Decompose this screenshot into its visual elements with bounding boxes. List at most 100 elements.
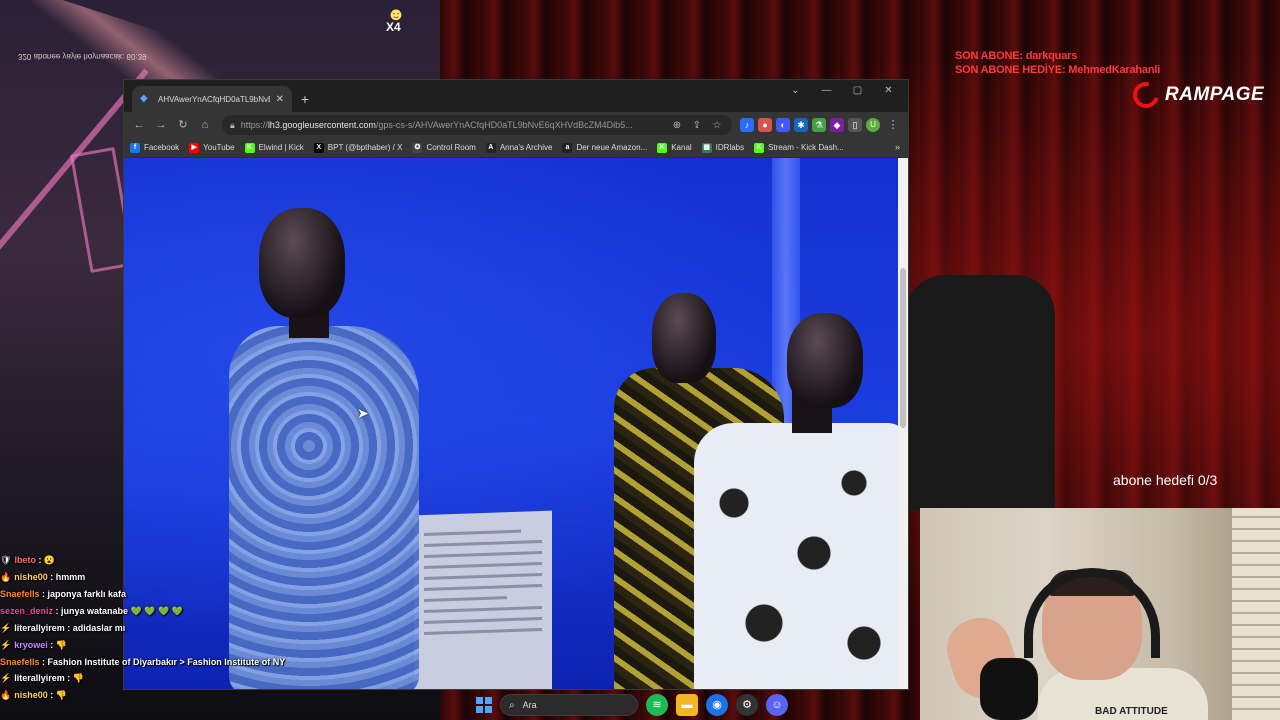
chat-badge-icon: ⚡ — [0, 640, 12, 650]
chat-message: 🔥 nishe00 : hmmm — [0, 569, 300, 586]
bookmark-item[interactable]: ▶ YouTube — [189, 142, 235, 153]
maximize-button[interactable]: ▢ — [842, 82, 873, 100]
chat-username: kryowei — [14, 640, 48, 650]
bookmark-item[interactable]: ✪ Control Room — [412, 142, 476, 153]
subscriber-goal: abone hedefi 0/3 — [1113, 472, 1218, 488]
last-gift-label: SON ABONE HEDİYE: MehmedKarahanli — [955, 64, 1161, 76]
chat-message: 🛡 lbeto : 😮 — [0, 552, 300, 569]
back-arrow-icon[interactable]: ← — [130, 116, 148, 134]
address-bar[interactable]: 🔒︎ https://lh3.googleusercontent.com/gps… — [222, 115, 732, 135]
bookmark-favicon-icon: f — [130, 142, 140, 153]
bookmark-label: Facebook — [144, 143, 180, 152]
chat-text: : 👎 — [47, 690, 67, 700]
mouse-cursor-icon: ➤ — [357, 405, 369, 421]
tab-active[interactable]: ◆ AHVAwerYnACfqHD0aTL9bNvE6... ✕ — [132, 86, 292, 112]
chat-text: : Fashion Institute of Diyarbakır > Fash… — [39, 657, 286, 667]
bookmark-favicon-icon: A — [485, 142, 496, 153]
chat-text: : 😮 — [35, 555, 56, 565]
mirrored-overlay-text: 320 abonee yayie hoynaacak: 60:39 — [18, 52, 147, 61]
headset — [1024, 568, 1160, 658]
taskbar-search-placeholder: Ara — [522, 700, 537, 710]
chat-username: sezen_deniz — [0, 606, 54, 616]
scrollbar-thumb[interactable] — [900, 268, 906, 428]
steam-icon[interactable]: ⚙ — [736, 694, 758, 716]
discord-icon[interactable]: ☺ — [766, 694, 788, 716]
bookmark-item[interactable]: A Anna's Archive — [485, 142, 552, 153]
forward-arrow-icon[interactable]: → — [152, 116, 170, 134]
bookmark-label: Control Room — [426, 143, 476, 152]
extension-audio-icon[interactable]: ♪ — [740, 118, 754, 132]
stream-scene: ☻ X4 320 abonee yayie hoynaacak: 60:39 S… — [0, 0, 1280, 720]
chrome-icon[interactable]: ◉ — [706, 694, 728, 716]
tab-strip: ◆ AHVAwerYnACfqHD0aTL9bNvE6... ✕ + ⌄ — ▢… — [124, 80, 908, 112]
extension-fire-icon[interactable]: ● — [758, 118, 772, 132]
chat-message: ⚡ kryowei : 👎 — [0, 637, 300, 654]
chat-badge-icon: 🔥 — [0, 572, 12, 582]
bookmark-item[interactable]: K Stream - Kick Dash... — [754, 142, 844, 153]
chat-text: : japonya farklı kafa — [39, 589, 127, 599]
vertical-scrollbar[interactable] — [898, 158, 908, 689]
chat-text: : 👎 — [64, 673, 84, 683]
multiplier-label: X4 — [386, 20, 401, 34]
url-text[interactable]: https://lh3.googleusercontent.com/gps-cs… — [241, 120, 664, 130]
bookmarks-overflow-icon[interactable]: » — [895, 142, 900, 152]
chat-username: nishe00 — [14, 690, 48, 700]
side-panel-icon[interactable]: ▯ — [848, 118, 862, 132]
bookmark-favicon-icon: ✪ — [412, 142, 423, 153]
tab-search-chevron-icon[interactable]: ⌄ — [780, 82, 811, 100]
tab-close-icon[interactable]: ✕ — [276, 94, 284, 105]
home-icon[interactable]: ⌂ — [196, 116, 214, 134]
zoom-icon[interactable]: ⊕ — [670, 120, 684, 131]
chat-badge-icon: ⚡ — [0, 623, 12, 633]
bookmark-item[interactable]: K Kanal — [657, 142, 692, 153]
chat-message: Snaefells : japonya farklı kafa — [0, 586, 300, 603]
bookmark-label: Elwind | Kick — [258, 143, 304, 152]
bookmark-label: Der neue Amazon... — [576, 143, 648, 152]
bookmark-label: Stream - Kick Dash... — [768, 143, 844, 152]
mannequin-printed-shirt — [694, 423, 908, 689]
new-tab-button[interactable]: + — [292, 86, 318, 112]
image-favicon-icon: ◆ — [140, 93, 148, 104]
shirt-print: BAD ATTITUDE — [1095, 706, 1168, 717]
menu-kebab-icon[interactable]: ⋮ — [884, 116, 902, 134]
extension-puzzle-icon[interactable]: ✱ — [794, 118, 808, 132]
minimize-button[interactable]: — — [811, 82, 842, 100]
url-path: /gps-cs-s/AHVAwerYnACfqHD0aTL9bNvE6qXHVd… — [375, 120, 633, 130]
bookmark-star-icon[interactable]: ☆ — [710, 120, 724, 131]
chat-username: nishe00 — [14, 572, 48, 582]
chat-message: ⚡ literallyirem : adidaslar mı — [0, 620, 300, 637]
chat-badge-icon: 🛡 — [0, 555, 12, 565]
chat-badge-icon: ⚡ — [0, 673, 12, 683]
extension-shield-icon[interactable]: ◆ — [830, 118, 844, 132]
taskbar: ⌕ Ara ≋ ▬ ◉ ⚙ ☺ — [476, 690, 812, 720]
chat-username: Snaefells — [0, 657, 40, 667]
wallpaper — [1232, 508, 1280, 720]
reload-icon[interactable]: ↻ — [174, 116, 192, 134]
lock-icon[interactable]: 🔒︎ — [230, 120, 235, 131]
bookmark-item[interactable]: f Facebook — [130, 142, 180, 153]
browser-toolbar: ← → ↻ ⌂ 🔒︎ https://lh3.googleusercontent… — [124, 112, 908, 138]
close-window-button[interactable]: ✕ — [873, 82, 904, 100]
bookmark-item[interactable]: K Elwind | Kick — [244, 142, 304, 153]
extension-flask-icon[interactable]: ⚗ — [812, 118, 826, 132]
chat-badge-icon: 🔥 — [0, 690, 12, 700]
bookmark-item[interactable]: a Der neue Amazon... — [562, 142, 648, 153]
bookmark-item[interactable]: ▦ IDRlabs — [701, 142, 745, 153]
bookmarks-bar: f Facebook ▶ YouTube K Elwind | Kick X BPT (@bp… — [124, 138, 908, 158]
extension-globe-icon[interactable]: ◐ — [776, 118, 790, 132]
start-windows-icon[interactable] — [476, 697, 492, 713]
bookmark-label: IDRlabs — [715, 143, 745, 152]
spotify-icon[interactable]: ≋ — [646, 694, 668, 716]
file-explorer-icon[interactable]: ▬ — [676, 694, 698, 716]
chat-username: literallyirem — [14, 673, 65, 683]
bookmark-item[interactable]: X BPT (@bpthaber) / X — [313, 142, 403, 153]
chat-text: : adidaslar mı — [64, 623, 126, 633]
bookmark-label: BPT (@bpthaber) / X — [327, 143, 403, 152]
chat-text: : 👎 — [47, 640, 67, 650]
taskbar-search[interactable]: ⌕ Ara — [500, 694, 638, 716]
profile-avatar[interactable]: U — [866, 118, 880, 132]
bookmark-favicon-icon: K — [754, 142, 765, 153]
webcam-feed: BAD ATTITUDE — [920, 508, 1280, 720]
share-icon[interactable]: ⇪ — [690, 120, 704, 131]
rampage-wordmark: RAMPAGE — [1165, 84, 1265, 105]
